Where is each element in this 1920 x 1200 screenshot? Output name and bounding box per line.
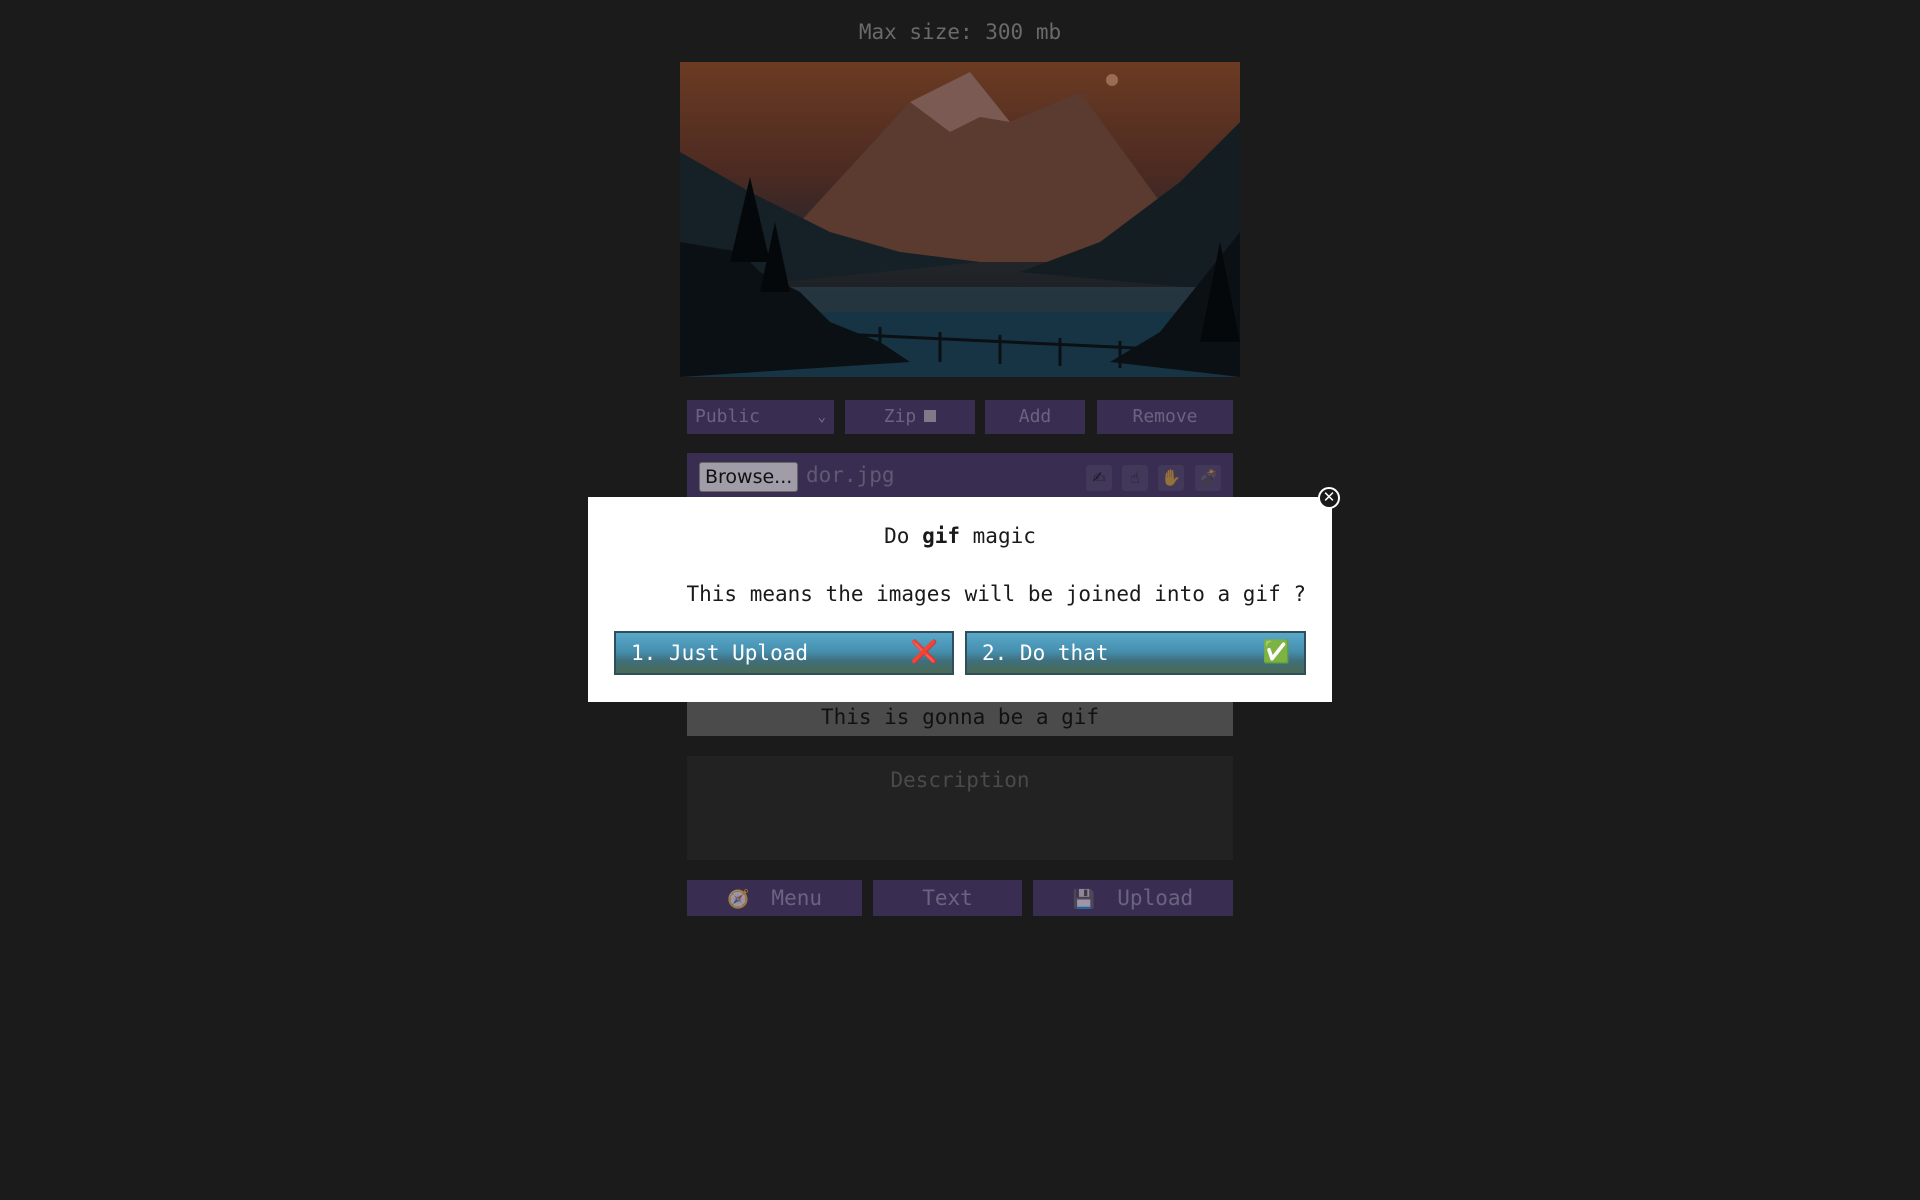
just-upload-button[interactable]: 1. Just Upload ❌ bbox=[614, 631, 954, 675]
file-row: Browse... dor.jpg ✍ ☝ ✋ 💣 bbox=[687, 453, 1233, 497]
gif-notice: This is gonna be a gif bbox=[687, 698, 1233, 736]
visibility-select[interactable]: Public ⌄ bbox=[687, 400, 834, 434]
just-upload-label: 1. Just Upload bbox=[631, 641, 809, 665]
image-preview bbox=[680, 62, 1240, 377]
add-button[interactable]: Add bbox=[985, 400, 1085, 434]
compass-icon: 🧭 bbox=[727, 889, 750, 910]
check-mark-icon: ✅ bbox=[1262, 640, 1290, 665]
cross-mark-icon: ❌ bbox=[910, 640, 938, 665]
gif-dialog: Do gif magic This means the images will … bbox=[588, 497, 1332, 702]
tool-point-icon[interactable]: ☝ bbox=[1122, 465, 1148, 491]
zip-label: Zip bbox=[883, 406, 917, 427]
remove-button[interactable]: Remove bbox=[1097, 400, 1233, 434]
dialog-title: Do gif magic bbox=[588, 524, 1332, 548]
text-button[interactable]: Text bbox=[873, 880, 1022, 916]
menu-label: Menu bbox=[771, 886, 822, 910]
tool-write-icon[interactable]: ✍ bbox=[1086, 465, 1112, 491]
close-icon[interactable]: ✕ bbox=[1318, 487, 1340, 509]
dialog-message: This means the images will be joined int… bbox=[686, 582, 1306, 606]
dialog-title-bold: gif bbox=[922, 524, 960, 548]
menu-button[interactable]: 🧭 Menu bbox=[687, 880, 862, 916]
browse-button[interactable]: Browse... bbox=[699, 462, 799, 492]
upload-label: Upload bbox=[1117, 886, 1194, 910]
do-that-button[interactable]: 2. Do that ✅ bbox=[965, 631, 1306, 675]
upload-button[interactable]: 💾 Upload bbox=[1033, 880, 1233, 916]
zip-toggle[interactable]: Zip bbox=[845, 400, 975, 434]
max-size-label: Max size: 300 mb bbox=[858, 20, 1062, 44]
tool-hand-icon[interactable]: ✋ bbox=[1158, 465, 1184, 491]
dialog-title-prefix: Do bbox=[884, 524, 910, 548]
dialog-title-suffix: magic bbox=[972, 524, 1036, 548]
visibility-selected-value: Public bbox=[695, 406, 761, 427]
controls-row: Public ⌄ Zip Add Remove bbox=[687, 400, 1233, 434]
zip-checkbox[interactable] bbox=[924, 409, 937, 422]
file-name: dor.jpg bbox=[806, 463, 895, 487]
description-field[interactable]: Description bbox=[687, 756, 1233, 860]
tool-bomb-icon[interactable]: 💣 bbox=[1195, 465, 1221, 491]
chevron-down-icon: ⌄ bbox=[817, 409, 826, 425]
floppy-disk-icon: 💾 bbox=[1072, 889, 1096, 910]
do-that-label: 2. Do that bbox=[982, 641, 1109, 665]
